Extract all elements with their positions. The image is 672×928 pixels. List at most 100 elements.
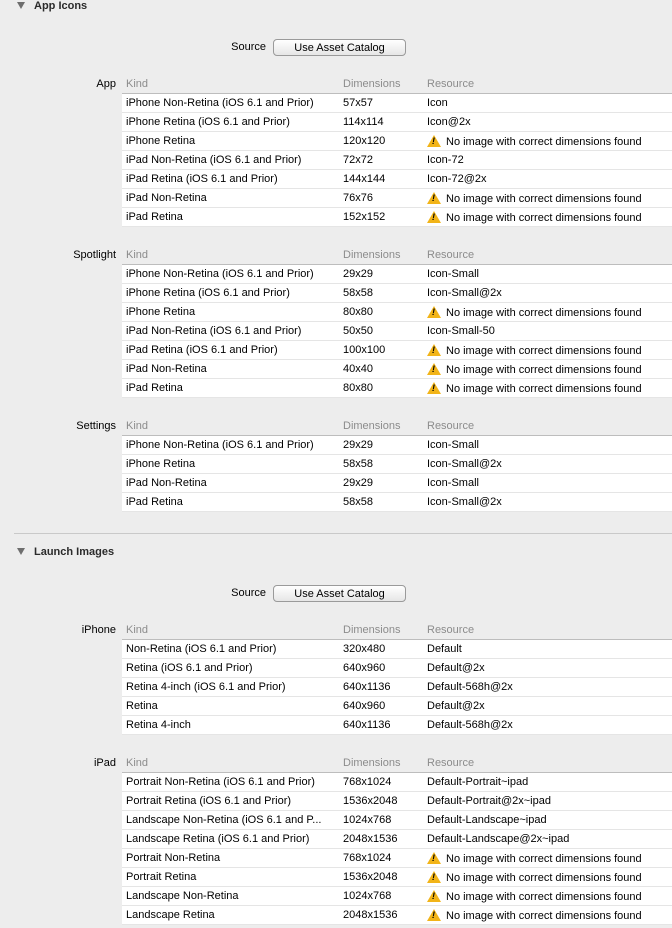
kind-cell: Portrait Retina (iOS 6.1 and Prior) <box>126 795 292 807</box>
table-row[interactable]: iPad Non-Retina 40x40 No image with correc… <box>122 360 672 379</box>
warning-icon <box>427 909 441 921</box>
table-row[interactable]: Retina 4-inch (iOS 6.1 and Prior) 640x113… <box>122 678 672 697</box>
dimensions-cell: 58x58 <box>343 496 373 508</box>
table-row[interactable]: iPad Non-Retina 29x29 Icon-Small <box>122 474 672 493</box>
table-row[interactable]: iPhone Retina 58x58 Icon-Small@2x <box>122 455 672 474</box>
kind-cell: Retina (iOS 6.1 and Prior) <box>126 662 253 674</box>
use-asset-catalog-button[interactable]: Use Asset Catalog <box>273 585 406 602</box>
table-row[interactable]: Landscape Retina (iOS 6.1 and Prior) 2048… <box>122 830 672 849</box>
dimensions-cell: 1536x2048 <box>343 871 398 883</box>
dimensions-column-header[interactable]: Dimensions <box>343 757 421 769</box>
app-icons-spotlight-table: Kind Dimensions Resource iPhone Non-Retina … <box>122 246 672 398</box>
resource-text: No image with correct dimensions found <box>446 345 642 357</box>
resource-text: Default@2x <box>427 700 485 712</box>
disclosure-triangle-icon[interactable] <box>17 2 25 9</box>
kind-column-header[interactable]: Kind <box>126 420 336 432</box>
kind-cell: Non-Retina (iOS 6.1 and Prior) <box>126 643 277 655</box>
launch-images-header[interactable]: Launch Images <box>0 546 672 560</box>
dimensions-column-header[interactable]: Dimensions <box>343 249 421 261</box>
table-row[interactable]: Retina 640x960 Default@2x <box>122 697 672 716</box>
table-row[interactable]: Portrait Non-Retina 768x1024 No image with… <box>122 849 672 868</box>
dimensions-cell: 80x80 <box>343 306 373 318</box>
table-row[interactable]: iPad Retina 58x58 Icon-Small@2x <box>122 493 672 512</box>
dimensions-cell: 40x40 <box>343 363 373 375</box>
dimensions-cell: 768x1024 <box>343 776 392 788</box>
table-row[interactable]: Portrait Non-Retina (iOS 6.1 and Prior) 7… <box>122 773 672 792</box>
table-row[interactable]: Portrait Retina (iOS 6.1 and Prior) 1536x… <box>122 792 672 811</box>
table-row[interactable]: iPad Retina 80x80 No image with correct di… <box>122 379 672 398</box>
group-label-iphone: iPhone <box>81 624 116 636</box>
resource-cell: Icon <box>427 97 672 109</box>
resource-cell: Icon-Small <box>427 268 672 280</box>
resource-cell: Default-Landscape@2x~ipad <box>427 833 672 845</box>
table-row[interactable]: iPad Retina (iOS 6.1 and Prior) 100x100 No… <box>122 341 672 360</box>
resource-cell: Icon@2x <box>427 116 672 128</box>
table-row[interactable]: iPhone Non-Retina (iOS 6.1 and Prior) 29x… <box>122 436 672 455</box>
resource-cell: No image with correct dimensions found <box>427 852 672 865</box>
resource-text: No image with correct dimensions found <box>446 891 642 903</box>
table-row[interactable]: Retina (iOS 6.1 and Prior) 640x960 Default… <box>122 659 672 678</box>
resource-column-header[interactable]: Resource <box>427 624 672 636</box>
resource-cell: No image with correct dimensions found <box>427 909 672 922</box>
resource-text: No image with correct dimensions found <box>446 910 642 922</box>
table-row[interactable]: iPad Non-Retina (iOS 6.1 and Prior) 50x50… <box>122 322 672 341</box>
kind-column-header[interactable]: Kind <box>126 624 336 636</box>
section-title: App Icons <box>34 0 88 12</box>
kind-column-header[interactable]: Kind <box>126 757 336 769</box>
table-row[interactable]: iPad Retina (iOS 6.1 and Prior) 144x144 Ic… <box>122 170 672 189</box>
resource-cell: Default@2x <box>427 662 672 674</box>
kind-cell: Portrait Non-Retina (iOS 6.1 and Prior) <box>126 776 315 788</box>
dimensions-column-header[interactable]: Dimensions <box>343 78 421 90</box>
kind-column-header[interactable]: Kind <box>126 78 336 90</box>
app-icons-header[interactable]: App Icons <box>0 0 672 14</box>
resource-cell: Icon-Small-50 <box>427 325 672 337</box>
warning-icon <box>427 135 441 147</box>
dimensions-cell: 50x50 <box>343 325 373 337</box>
dimensions-cell: 144x144 <box>343 173 386 185</box>
kind-cell: iPad Retina (iOS 6.1 and Prior) <box>126 173 278 185</box>
resource-cell: No image with correct dimensions found <box>427 192 672 205</box>
table-row[interactable]: Landscape Non-Retina (iOS 6.1 and P... 10… <box>122 811 672 830</box>
warning-icon <box>427 871 441 883</box>
kind-cell: Retina 4-inch <box>126 719 191 731</box>
resource-text: Icon-Small-50 <box>427 325 495 337</box>
table-row[interactable]: iPhone Retina (iOS 6.1 and Prior) 58x58 Ic… <box>122 284 672 303</box>
table-row[interactable]: iPhone Retina (iOS 6.1 and Prior) 114x114… <box>122 113 672 132</box>
table-row[interactable]: iPad Retina 152x152 No image with correct … <box>122 208 672 227</box>
kind-cell: Portrait Non-Retina <box>126 852 221 864</box>
table-row[interactable]: Landscape Retina 2048x1536 No image with c… <box>122 906 672 925</box>
table-row[interactable]: iPad Non-Retina (iOS 6.1 and Prior) 72x72… <box>122 151 672 170</box>
table-row[interactable]: iPhone Retina 120x120 No image with correc… <box>122 132 672 151</box>
dimensions-cell: 80x80 <box>343 382 373 394</box>
table-row[interactable]: iPhone Non-Retina (iOS 6.1 and Prior) 29x… <box>122 265 672 284</box>
dimensions-cell: 29x29 <box>343 439 373 451</box>
table-row[interactable]: Non-Retina (iOS 6.1 and Prior) 320x480 Def… <box>122 640 672 659</box>
table-row[interactable]: iPhone Retina 80x80 No image with correct … <box>122 303 672 322</box>
disclosure-triangle-icon[interactable] <box>17 548 25 555</box>
table-row[interactable]: Landscape Non-Retina 1024x768 No image wit… <box>122 887 672 906</box>
resource-text: No image with correct dimensions found <box>446 212 642 224</box>
resource-cell: Icon-Small@2x <box>427 458 672 470</box>
resource-column-header[interactable]: Resource <box>427 78 672 90</box>
dimensions-cell: 640x1136 <box>343 681 391 693</box>
table-row[interactable]: iPad Non-Retina 76x76 No image with correc… <box>122 189 672 208</box>
resource-column-header[interactable]: Resource <box>427 757 672 769</box>
kind-cell: iPhone Non-Retina (iOS 6.1 and Prior) <box>126 439 314 451</box>
group-label-settings: Settings <box>76 420 116 432</box>
table-row[interactable]: iPhone Non-Retina (iOS 6.1 and Prior) 57x… <box>122 94 672 113</box>
resource-text: Icon-Small <box>427 268 479 280</box>
resource-column-header[interactable]: Resource <box>427 249 672 261</box>
dimensions-column-header[interactable]: Dimensions <box>343 420 421 432</box>
resource-text: Icon-Small <box>427 477 479 489</box>
table-row[interactable]: Portrait Retina 1536x2048 No image with co… <box>122 868 672 887</box>
use-asset-catalog-button[interactable]: Use Asset Catalog <box>273 39 406 56</box>
app-icons-settings-table: Kind Dimensions Resource iPhone Non-Retina … <box>122 417 672 512</box>
dimensions-column-header[interactable]: Dimensions <box>343 624 421 636</box>
kind-column-header[interactable]: Kind <box>126 249 336 261</box>
table-row[interactable]: Retina 4-inch 640x1136 Default-568h@2x <box>122 716 672 735</box>
dimensions-cell: 76x76 <box>343 192 373 204</box>
resource-column-header[interactable]: Resource <box>427 420 672 432</box>
table-header: Kind Dimensions Resource <box>122 246 672 265</box>
kind-cell: Retina 4-inch (iOS 6.1 and Prior) <box>126 681 286 693</box>
resource-text: Default <box>427 643 462 655</box>
